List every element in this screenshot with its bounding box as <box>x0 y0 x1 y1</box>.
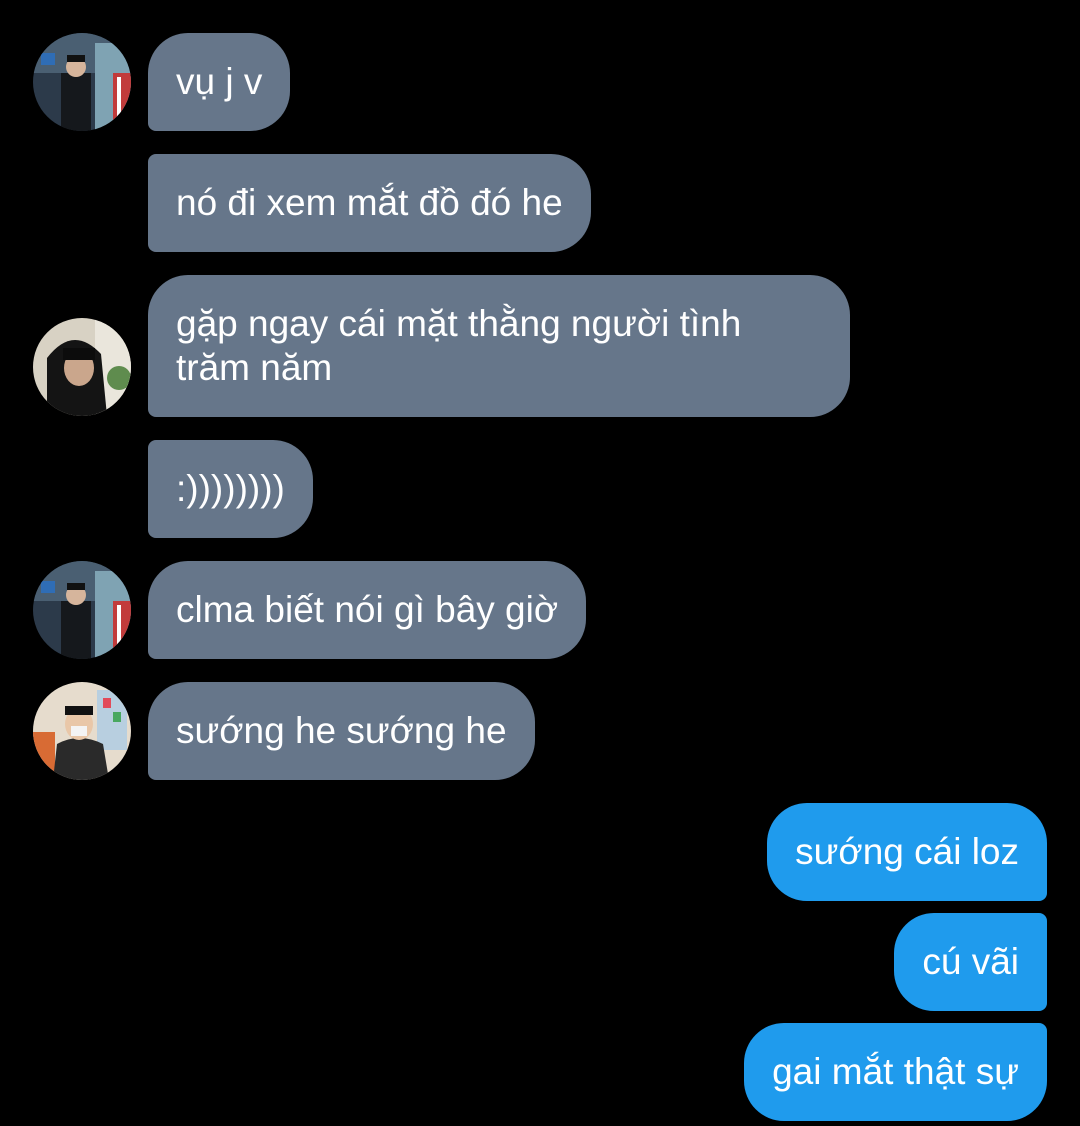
avatar-photo-statue <box>33 561 131 659</box>
avatar-sender-1[interactable] <box>33 33 131 131</box>
message-bubble-incoming[interactable]: :)))))))) <box>148 440 313 538</box>
message-bubble-incoming[interactable]: nó đi xem mắt đồ đó he <box>148 154 591 252</box>
message-text: clma biết nói gì bây giờ <box>176 589 559 630</box>
message-text: vụ j v <box>176 61 263 102</box>
message-bubble-outgoing[interactable]: gai mắt thật sự <box>744 1023 1047 1121</box>
message-bubble-incoming[interactable]: vụ j v <box>148 33 291 131</box>
message-text: sướng cái loz <box>795 831 1019 872</box>
avatar-photo-selfie <box>33 682 131 780</box>
avatar-sender-3[interactable] <box>33 682 131 780</box>
avatar-photo-statue <box>33 33 131 131</box>
message-text: gai mắt thật sự <box>772 1051 1019 1092</box>
message-text: :)))))))) <box>176 468 285 509</box>
message-bubble-incoming[interactable]: gặp ngay cái mặt thằng người tình trăm n… <box>148 275 850 417</box>
chat-thread: vụ j v nó đi xem mắt đồ đó he gặp ngay c… <box>0 0 1080 1126</box>
avatar-photo-hoodie <box>33 318 131 416</box>
message-text: sướng he sướng he <box>176 710 507 751</box>
avatar-sender-1[interactable] <box>33 561 131 659</box>
message-bubble-outgoing[interactable]: cú vãi <box>894 913 1047 1011</box>
message-text: nó đi xem mắt đồ đó he <box>176 182 563 223</box>
message-bubble-outgoing[interactable]: sướng cái loz <box>767 803 1047 901</box>
message-bubble-incoming[interactable]: sướng he sướng he <box>148 682 535 780</box>
message-text: gặp ngay cái mặt thằng người tình trăm n… <box>176 303 742 388</box>
avatar-sender-2[interactable] <box>33 318 131 416</box>
message-text: cú vãi <box>922 941 1019 982</box>
message-bubble-incoming[interactable]: clma biết nói gì bây giờ <box>148 561 587 659</box>
